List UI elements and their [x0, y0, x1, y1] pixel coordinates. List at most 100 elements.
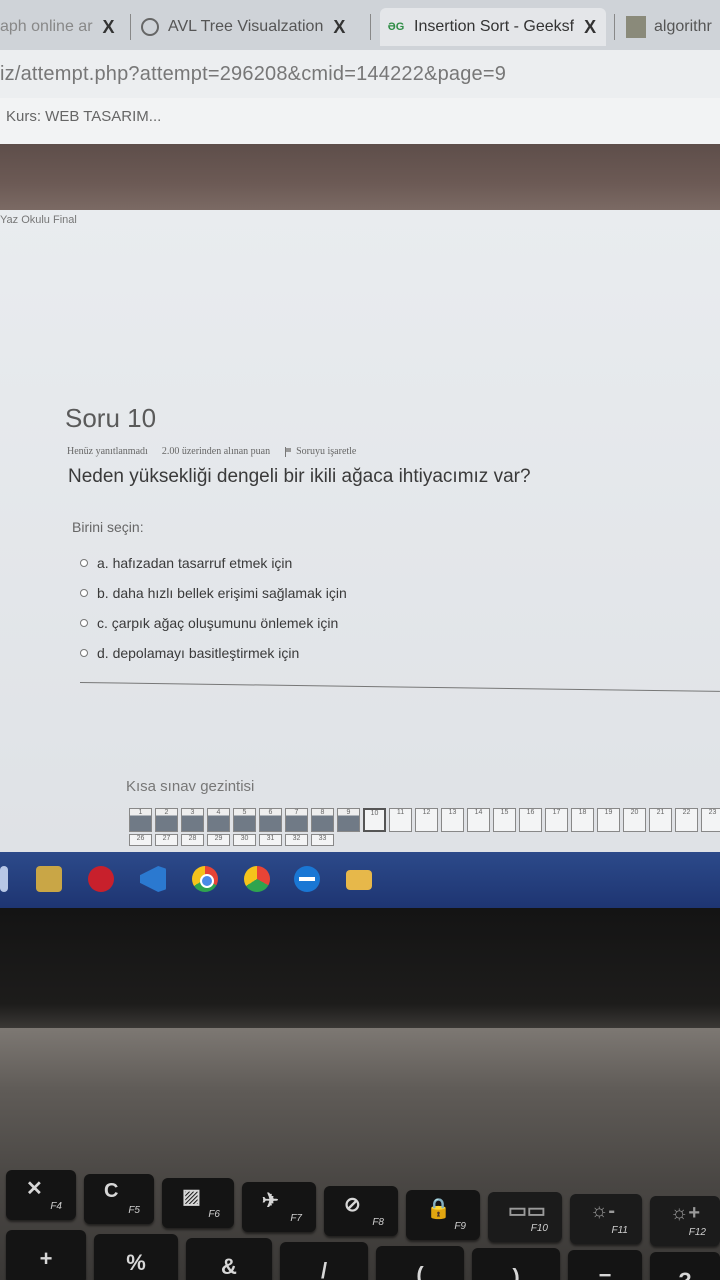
site-header-banner	[0, 144, 720, 210]
tab-title: algorithr	[654, 18, 712, 35]
key-char: +	[39, 1246, 53, 1271]
quiz-nav-button[interactable]: 12	[415, 808, 438, 832]
radio-button[interactable]	[80, 649, 88, 657]
refresh-icon: C	[104, 1180, 119, 1202]
tab-separator	[370, 14, 371, 40]
key-equals[interactable]: =	[568, 1250, 642, 1280]
quiz-nav-button[interactable]: 20	[623, 808, 646, 832]
opera-icon[interactable]	[88, 866, 114, 892]
file-explorer-icon[interactable]	[36, 866, 62, 892]
quiz-nav-row: 1 2 3 4 5 6 7 8 9 10 11 12 13 14 15 16 17 18 19 20 21 22 23	[129, 808, 720, 832]
quiz-nav-button[interactable]: 9	[337, 808, 360, 832]
answer-label: d. depolamayı basitleştirmek için	[97, 645, 300, 661]
tab-close-icon[interactable]: X	[333, 17, 345, 38]
teamviewer-icon[interactable]	[294, 866, 320, 892]
quiz-nav-button[interactable]: 18	[571, 808, 594, 832]
question-number: Soru 10	[65, 403, 157, 433]
key-close-paren[interactable]: )	[472, 1248, 560, 1280]
tab-separator	[614, 14, 615, 40]
flag-question-button[interactable]: Soruyu işaretle	[284, 446, 356, 457]
bookmark-course[interactable]: Kurs: WEB TASARIM...	[6, 108, 161, 125]
key-label: F12	[688, 1227, 706, 1238]
tab-graph-online[interactable]: aph online ar X	[0, 8, 122, 46]
quiz-nav-button[interactable]: 32	[285, 834, 308, 846]
key-f5[interactable]: C F5	[84, 1174, 154, 1224]
quiz-nav-button[interactable]: 31	[259, 834, 282, 846]
quiz-nav-button[interactable]: 2	[155, 808, 178, 832]
key-f8[interactable]: ⊘ F8	[324, 1186, 398, 1236]
quiz-nav-button[interactable]: 4	[207, 808, 230, 832]
quiz-nav-button[interactable]: 22	[675, 808, 698, 832]
quiz-nav-button[interactable]: 17	[545, 808, 568, 832]
quiz-nav-button[interactable]: 26	[129, 834, 152, 846]
key-plus[interactable]: +	[6, 1230, 86, 1280]
quiz-nav-button[interactable]: 23	[701, 808, 720, 832]
quiz-nav-button[interactable]: 33	[311, 834, 334, 846]
quiz-nav-button[interactable]: 21	[649, 808, 672, 832]
radio-button[interactable]	[80, 619, 88, 627]
geeksforgeeks-icon: ƏG	[387, 21, 405, 33]
key-char: ?	[650, 1268, 720, 1280]
answer-options: a. hafızadan tasarruf etmek için b. daha…	[80, 548, 347, 668]
quiz-nav-button[interactable]: 13	[441, 808, 464, 832]
answer-option-b[interactable]: b. daha hızlı bellek erişimi sağlamak iç…	[80, 578, 347, 608]
address-bar[interactable]: iz/attempt.php?attempt=296208&cmid=14422…	[0, 50, 720, 98]
key-f10[interactable]: ▭▭ F10	[488, 1192, 562, 1242]
key-f12[interactable]: ☼+ F12	[650, 1196, 720, 1246]
key-f9[interactable]: 🔒 F9	[406, 1190, 480, 1240]
quiz-nav-button[interactable]: 8	[311, 808, 334, 832]
key-char: (	[416, 1262, 424, 1280]
key-ampersand[interactable]: &	[186, 1238, 272, 1280]
tab-insertion-sort[interactable]: ƏG Insertion Sort - Geeksf X	[380, 8, 606, 46]
laptop-bezel	[0, 908, 720, 1028]
radio-button[interactable]	[80, 589, 88, 597]
quiz-nav-button[interactable]: 7	[285, 808, 308, 832]
chrome-icon[interactable]	[192, 866, 218, 892]
quiz-nav-button[interactable]: 15	[493, 808, 516, 832]
breadcrumb[interactable]: Yaz Okulu Final	[0, 214, 77, 226]
quiz-nav-button[interactable]: 19	[597, 808, 620, 832]
key-f6[interactable]: ▨ F6	[162, 1178, 234, 1228]
quiz-nav-button[interactable]: 28	[181, 834, 204, 846]
vscode-icon[interactable]	[140, 866, 166, 892]
quiz-nav-button[interactable]: 11	[389, 808, 412, 832]
brightness-down-icon: ☼-	[590, 1200, 615, 1222]
key-percent[interactable]: %	[94, 1234, 178, 1280]
key-f11[interactable]: ☼- F11	[570, 1194, 642, 1244]
tab-separator	[130, 14, 131, 40]
answer-option-c[interactable]: c. çarpık ağaç oluşumunu önlemek için	[80, 608, 347, 638]
question-status: Henüz yanıtlanmadı	[67, 446, 148, 457]
windows-start-icon[interactable]	[0, 866, 8, 892]
tab-close-icon[interactable]: X	[584, 17, 596, 38]
key-open-paren[interactable]: (	[376, 1246, 464, 1280]
key-f4[interactable]: ✕ F4	[6, 1170, 76, 1220]
quiz-nav-button[interactable]: 30	[233, 834, 256, 846]
answer-option-a[interactable]: a. hafızadan tasarruf etmek için	[80, 548, 347, 578]
answer-option-d[interactable]: d. depolamayı basitleştirmek için	[80, 638, 347, 668]
quiz-nav-button[interactable]: 27	[155, 834, 178, 846]
quiz-nav-button[interactable]: 6	[259, 808, 282, 832]
quiz-nav-button[interactable]: 1	[129, 808, 152, 832]
browser-tab-bar: aph online ar X AVL Tree Visualzation X …	[0, 0, 720, 50]
quiz-nav-button[interactable]: 29	[207, 834, 230, 846]
chrome-profile-icon[interactable]	[244, 866, 270, 892]
quiz-nav-button[interactable]: 16	[519, 808, 542, 832]
quiz-nav-button[interactable]: 3	[181, 808, 204, 832]
quiz-nav-button[interactable]: 14	[467, 808, 490, 832]
tab-algorithm[interactable]: algorithr	[626, 8, 720, 46]
radio-button[interactable]	[80, 559, 88, 567]
tab-close-icon[interactable]: X	[103, 17, 115, 38]
key-f7[interactable]: ✈ F7	[242, 1182, 316, 1232]
keyboard-deck: ✕ F4 C F5 ▨ F6 ✈ F7 ⊘ F8 🔒 F9 ▭▭ F10 ☼- …	[0, 1028, 720, 1280]
folder-icon[interactable]	[346, 870, 372, 890]
quiz-nav-button[interactable]: 5	[233, 808, 256, 832]
url-text[interactable]: iz/attempt.php?attempt=296208&cmid=14422…	[0, 63, 506, 86]
quiz-nav-button[interactable]: 10	[363, 808, 386, 832]
page-icon	[626, 16, 646, 38]
key-char: &	[221, 1254, 237, 1279]
key-question[interactable]: ?	[650, 1252, 720, 1280]
tab-avl-tree[interactable]: AVL Tree Visualzation X	[140, 8, 364, 46]
bookmarks-bar: Kurs: WEB TASARIM...	[0, 98, 720, 144]
tab-title: aph online ar	[0, 18, 93, 35]
key-slash[interactable]: /	[280, 1242, 368, 1280]
